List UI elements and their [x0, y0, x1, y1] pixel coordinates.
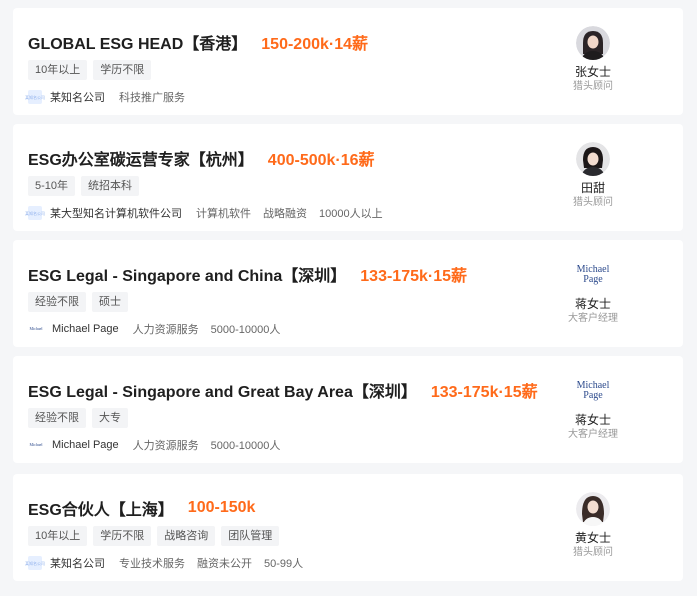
recruiter-name: 蒋女士	[574, 297, 611, 311]
job-tags: 经验不限 大专	[28, 408, 128, 428]
recruiter-role: 猎头顾问	[573, 547, 613, 558]
job-card[interactable]: GLOBAL ESG HEAD【香港】 150-200k·14薪 10年以上 学…	[13, 8, 683, 115]
tag-skill: 战略咨询	[157, 526, 216, 546]
michael-page-logo: Michael	[28, 438, 44, 452]
job-title-row: GLOBAL ESG HEAD【香港】 150-200k·14薪	[28, 31, 368, 53]
job-card[interactable]: ESG Legal - Singapore and Great Bay Area…	[13, 356, 683, 463]
company-size: 5000-10000人	[210, 324, 281, 336]
job-title-row: ESG Legal - Singapore and China【深圳】 133-…	[28, 263, 467, 285]
job-title[interactable]: ESG合伙人【上海】	[28, 496, 174, 520]
company-name[interactable]: 某大型知名计算机软件公司	[50, 205, 182, 221]
recruiter[interactable]: Michael Page 蒋女士 大客户经理	[548, 374, 638, 442]
job-salary: 133-175k·15薪	[430, 384, 538, 401]
recruiter-role: 猎头顾问	[573, 197, 613, 208]
job-title[interactable]: ESG Legal - Singapore and China【深圳】	[28, 262, 346, 286]
job-card[interactable]: ESG Legal - Singapore and China【深圳】 133-…	[13, 240, 683, 347]
company-industry: 科技推广服务	[119, 92, 185, 104]
logo-text: Michael	[29, 442, 43, 447]
recruiter-avatar-michael-page-logo: Michael Page	[576, 258, 610, 292]
company-size: 5000-10000人	[210, 440, 281, 452]
company-info: Michael Michael Page 人力资源服务 5000-10000人	[28, 437, 292, 453]
recruiter-avatar-michael-page-logo: Michael Page	[576, 374, 610, 408]
recruiter-avatar	[576, 142, 610, 176]
company-size: 10000人以上	[319, 208, 383, 220]
job-title[interactable]: ESG Legal - Singapore and Great Bay Area…	[28, 378, 417, 402]
tag-experience: 10年以上	[28, 526, 88, 546]
job-title-row: ESG Legal - Singapore and Great Bay Area…	[28, 379, 538, 401]
company-industry: 计算机软件	[196, 208, 251, 220]
recruiter[interactable]: 张女士 猎头顾问	[548, 26, 638, 94]
company-name[interactable]: 某知名公司	[50, 89, 105, 105]
job-title-row: ESG合伙人【上海】 100-150k	[28, 497, 255, 519]
tag-education: 学历不限	[93, 60, 152, 80]
recruiter-name: 黄女士	[574, 531, 611, 545]
tag-experience: 5-10年	[28, 176, 76, 196]
recruiter-role: 大客户经理	[568, 429, 618, 440]
company-industry: 人力资源服务	[132, 440, 199, 452]
job-tags: 5-10年 统招本科	[28, 176, 140, 196]
tag-experience: 10年以上	[28, 60, 88, 80]
company-info: 某知名公司 某知名公司 专业技术服务 融资未公开 50-99人	[25, 555, 315, 571]
company-info: Michael Michael Page 人力资源服务 5000-10000人	[28, 321, 292, 337]
tag-experience: 经验不限	[28, 292, 86, 312]
job-tags: 10年以上 学历不限 战略咨询 团队管理	[28, 526, 280, 546]
anonymous-company-logo: 某知名公司	[25, 206, 45, 220]
company-info: 某知名公司 某知名公司 科技推广服务	[25, 89, 197, 105]
company-name[interactable]: Michael Page	[52, 323, 119, 335]
job-salary: 100-150k	[187, 499, 256, 516]
recruiter-role: 猎头顾问	[573, 81, 613, 92]
job-salary: 150-200k·14薪	[261, 36, 369, 53]
recruiter-name: 田甜	[580, 181, 605, 195]
company-size: 50-99人	[264, 558, 304, 570]
company-name[interactable]: 某知名公司	[50, 555, 105, 571]
company-info: 某知名公司 某大型知名计算机软件公司 计算机软件 战略融资 10000人以上	[25, 205, 395, 221]
tag-education: 学历不限	[93, 526, 152, 546]
anonymous-company-logo: 某知名公司	[25, 556, 45, 570]
michael-page-logo: Michael	[28, 322, 44, 336]
recruiter[interactable]: 黄女士 猎头顾问	[548, 492, 638, 560]
tag-education: 大专	[92, 408, 128, 428]
recruiter-name: 蒋女士	[574, 413, 611, 427]
company-funding: 融资未公开	[197, 558, 252, 570]
company-name[interactable]: Michael Page	[52, 439, 119, 451]
anonymous-company-logo: 某知名公司	[25, 90, 45, 104]
job-tags: 10年以上 学历不限	[28, 60, 152, 80]
recruiter-avatar	[576, 492, 610, 526]
recruiter-avatar	[576, 26, 610, 60]
tag-skill: 团队管理	[221, 526, 280, 546]
recruiter[interactable]: 田甜 猎头顾问	[548, 142, 638, 210]
recruiter-name: 张女士	[574, 65, 611, 79]
job-title-row: ESG办公室碳运营专家【杭州】 400-500k·16薪	[28, 147, 375, 169]
job-title[interactable]: ESG办公室碳运营专家【杭州】	[28, 146, 254, 170]
recruiter-role: 大客户经理	[568, 313, 618, 324]
logo-text: Michael	[29, 326, 43, 331]
job-tags: 经验不限 硕士	[28, 292, 128, 312]
logo-line2: Page	[583, 390, 603, 401]
tag-education: 统招本科	[81, 176, 140, 196]
job-title[interactable]: GLOBAL ESG HEAD【香港】	[28, 30, 247, 54]
job-card[interactable]: ESG合伙人【上海】 100-150k 10年以上 学历不限 战略咨询 团队管理…	[13, 474, 683, 581]
tag-experience: 经验不限	[28, 408, 86, 428]
job-salary: 133-175k·15薪	[360, 268, 468, 285]
tag-education: 硕士	[92, 292, 128, 312]
job-salary: 400-500k·16薪	[267, 152, 375, 169]
recruiter[interactable]: Michael Page 蒋女士 大客户经理	[548, 258, 638, 326]
job-card[interactable]: ESG办公室碳运营专家【杭州】 400-500k·16薪 5-10年 统招本科 …	[13, 124, 683, 231]
company-industry: 专业技术服务	[119, 558, 185, 570]
job-list: GLOBAL ESG HEAD【香港】 150-200k·14薪 10年以上 学…	[0, 0, 697, 596]
company-industry: 人力资源服务	[132, 324, 199, 336]
company-funding: 战略融资	[263, 208, 307, 220]
logo-line2: Page	[583, 274, 603, 285]
